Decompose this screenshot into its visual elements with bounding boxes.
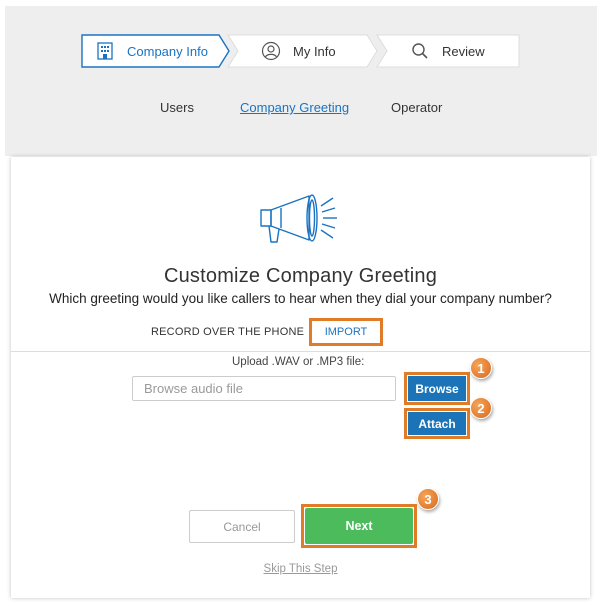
card-question: Which greeting would you like callers to… <box>49 291 552 306</box>
search-icon <box>410 41 430 61</box>
greeting-tabs: RECORD OVER THE PHONE IMPORT <box>11 318 590 348</box>
step-review[interactable]: Review <box>376 34 520 68</box>
callout-badge-2: 2 <box>470 397 492 419</box>
card-title: Customize Company Greeting <box>163 265 438 287</box>
browse-audio-input[interactable] <box>132 376 396 401</box>
step-company-info[interactable]: Company Info <box>81 34 231 68</box>
building-icon <box>95 41 115 61</box>
browse-button[interactable]: Browse <box>408 376 466 401</box>
next-button[interactable]: Next <box>305 508 413 544</box>
attach-highlight: Attach <box>404 408 470 439</box>
browse-highlight: Browse <box>404 372 470 405</box>
cancel-button[interactable]: Cancel <box>189 510 295 543</box>
skip-step-link[interactable]: Skip This Step <box>11 563 590 575</box>
step-my-info[interactable]: My Info <box>227 34 379 68</box>
callout-badge-1: 1 <box>470 357 492 379</box>
step-my-info-label: My Info <box>293 43 336 59</box>
step-review-label: Review <box>442 43 485 59</box>
top-area: Company Info My Info Review Users Compan… <box>5 6 597 156</box>
upload-label: Upload .WAV or .MP3 file: <box>232 356 365 368</box>
subnav-users[interactable]: Users <box>160 100 194 115</box>
step-company-info-label: Company Info <box>127 43 208 59</box>
attach-button[interactable]: Attach <box>408 412 466 435</box>
subnav-company-greeting[interactable]: Company Greeting <box>240 100 349 115</box>
greeting-card: Customize Company Greeting Which greetin… <box>11 157 590 598</box>
user-icon <box>261 41 281 61</box>
tab-import-label: IMPORT <box>324 326 368 338</box>
tab-import[interactable]: IMPORT <box>309 318 383 346</box>
callout-badge-3: 3 <box>417 488 439 510</box>
sub-navigation: Users Company Greeting Operator <box>5 100 597 118</box>
megaphone-icon <box>260 194 337 243</box>
next-highlight: Next <box>301 504 417 548</box>
tab-record-over-phone[interactable]: RECORD OVER THE PHONE <box>151 326 304 338</box>
subnav-operator[interactable]: Operator <box>391 100 442 115</box>
divider <box>11 351 590 352</box>
